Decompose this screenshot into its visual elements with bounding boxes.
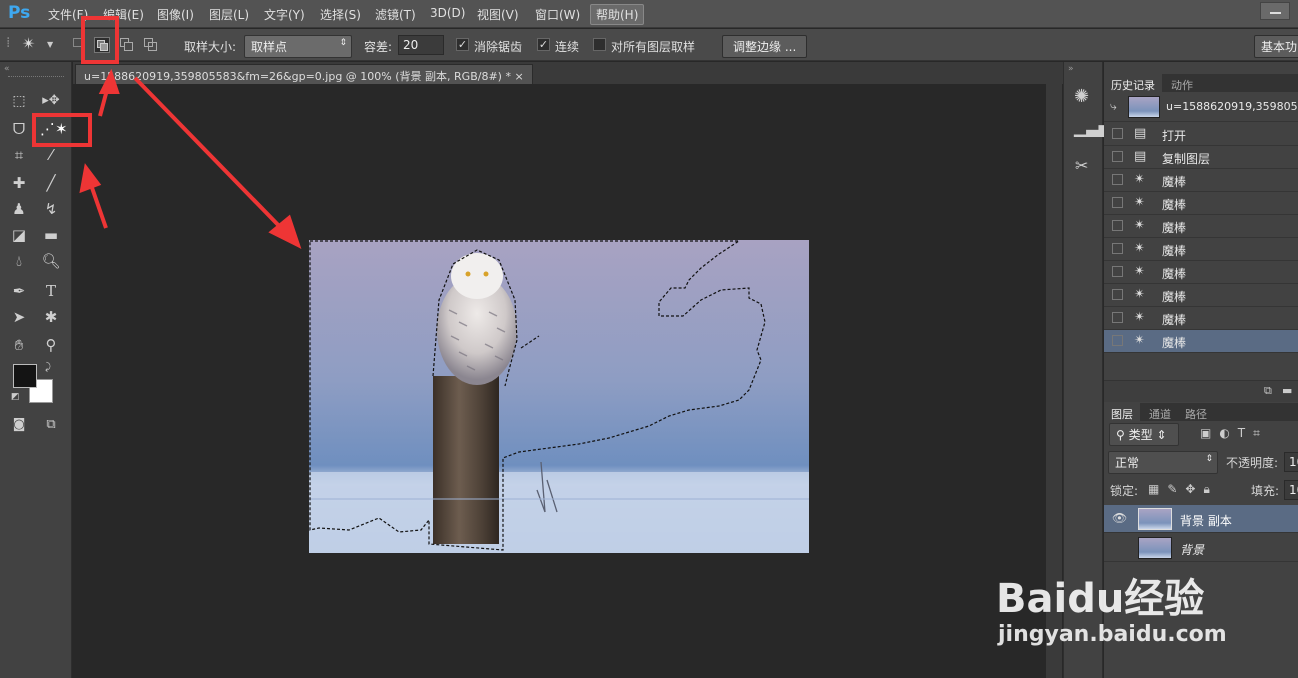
blend-mode-dropdown[interactable]: 正常 ⇕ xyxy=(1108,451,1218,474)
history-checkbox[interactable] xyxy=(1112,335,1123,346)
layer-row-background[interactable]: 背景 xyxy=(1104,534,1298,562)
history-item-label: 魔棒 xyxy=(1162,221,1187,235)
layer-name: 背景 xyxy=(1180,543,1205,557)
history-item[interactable]: ▤ 打开 xyxy=(1104,123,1298,146)
layer-thumbnail xyxy=(1138,537,1172,559)
magic-wand-icon: ✴ xyxy=(1134,287,1145,302)
lock-icons[interactable]: ▦✎✥🔒︎ xyxy=(1148,482,1218,497)
history-item[interactable]: ▤ 复制图层 xyxy=(1104,146,1298,169)
watermark-url: jingyan.baidu.com xyxy=(998,622,1227,647)
visibility-eye-icon[interactable]: 👁︎ xyxy=(1112,511,1127,525)
history-item[interactable]: ✴ 魔棒 xyxy=(1104,284,1298,307)
magic-wand-icon: ✴ xyxy=(1134,264,1145,279)
history-checkbox[interactable] xyxy=(1112,174,1123,185)
layer-name: 背景 副本 xyxy=(1180,514,1232,528)
lock-label: 锁定: xyxy=(1110,484,1139,498)
arrow-head-1 xyxy=(98,68,120,94)
history-item-label: 魔棒 xyxy=(1162,175,1187,189)
tools-icon[interactable]: ✂ xyxy=(1075,156,1088,175)
opacity-input[interactable]: 10 xyxy=(1284,452,1298,472)
filter-icons[interactable]: ▣◐T⌗ xyxy=(1200,426,1268,441)
history-item[interactable]: ✴ 魔棒 xyxy=(1104,192,1298,215)
history-checkbox[interactable] xyxy=(1112,312,1123,323)
snapshot-label: u=1588620919,3598055833 xyxy=(1166,100,1298,113)
snapshot-thumbnail xyxy=(1128,96,1160,118)
history-checkbox[interactable] xyxy=(1112,197,1123,208)
history-item-label: 魔棒 xyxy=(1162,198,1187,212)
history-item[interactable]: ✴ 魔棒 xyxy=(1104,261,1298,284)
document-icon: ▤ xyxy=(1134,149,1147,164)
history-checkbox[interactable] xyxy=(1112,289,1123,300)
new-snapshot-icon[interactable]: ⧉ xyxy=(1264,384,1272,398)
fill-label: 填充: xyxy=(1251,484,1280,498)
magic-wand-icon: ✴ xyxy=(1134,310,1145,325)
history-tab-bar: 历史记录 动作 xyxy=(1104,74,1298,96)
layer-thumbnail xyxy=(1138,508,1172,530)
history-item[interactable]: ✴ 魔棒 xyxy=(1104,169,1298,192)
history-item-label: 魔棒 xyxy=(1162,290,1187,304)
history-item-label: 魔棒 xyxy=(1162,244,1187,258)
layer-filter-dropdown[interactable]: ⚲ 类型 ⇕ xyxy=(1109,423,1179,446)
history-checkbox[interactable] xyxy=(1112,243,1123,254)
expand-panels-icon[interactable]: » xyxy=(1068,64,1074,74)
tab-paths[interactable]: 路径 xyxy=(1178,403,1214,425)
history-item[interactable]: ✴ 魔棒 xyxy=(1104,238,1298,261)
history-item[interactable]: ✴ 魔棒 xyxy=(1104,330,1298,353)
layers-tab-bar: 图层 通道 路径 xyxy=(1104,403,1298,425)
arrow-head-2 xyxy=(79,163,102,194)
magic-wand-icon: ✴ xyxy=(1134,333,1145,348)
blend-mode-value: 正常 xyxy=(1115,456,1140,470)
arrow-to-canvas xyxy=(133,76,287,234)
fill-input[interactable]: 10 xyxy=(1284,480,1298,500)
history-item-label: 打开 xyxy=(1162,129,1187,143)
opacity-label: 不透明度: xyxy=(1226,456,1279,470)
watermark: Baidu经验 jingyan.baidu.com xyxy=(996,560,1296,678)
magic-wand-icon: ✴ xyxy=(1134,218,1145,233)
history-checkbox[interactable] xyxy=(1112,266,1123,277)
history-checkbox[interactable] xyxy=(1112,151,1123,162)
delete-icon[interactable]: ▬ xyxy=(1282,384,1292,397)
watermark-brand: Baidu经验 xyxy=(996,576,1205,622)
layer-row-background-copy[interactable]: 👁︎ 背景 副本 xyxy=(1104,505,1298,533)
magic-wand-icon: ✴ xyxy=(1134,172,1145,187)
document-icon: ▤ xyxy=(1134,126,1147,141)
history-item-label: 魔棒 xyxy=(1162,313,1187,327)
history-footer: ⧉ ▬ xyxy=(1104,380,1298,402)
tab-channels[interactable]: 通道 xyxy=(1142,403,1178,425)
history-item[interactable]: ✴ 魔棒 xyxy=(1104,215,1298,238)
arrow-to-magic-wand xyxy=(88,181,108,229)
navigator-icon[interactable]: ✺ xyxy=(1074,86,1089,107)
history-item-label: 复制图层 xyxy=(1162,152,1211,166)
history-checkbox[interactable] xyxy=(1112,128,1123,139)
history-brush-source-icon[interactable]: ⤷ xyxy=(1110,99,1117,114)
tab-layers[interactable]: 图层 xyxy=(1104,403,1140,425)
magic-wand-icon: ✴ xyxy=(1134,195,1145,210)
history-snapshot[interactable]: ⤷ u=1588620919,3598055833 xyxy=(1104,93,1298,122)
magic-wand-icon: ✴ xyxy=(1134,241,1145,256)
history-item[interactable]: ✴ 魔棒 xyxy=(1104,307,1298,330)
history-item-label: 魔棒 xyxy=(1162,267,1187,281)
updown-icon: ⇕ xyxy=(1205,454,1213,464)
history-item-label: 魔棒 xyxy=(1162,336,1187,350)
layer-filter-value: 类型 xyxy=(1128,428,1153,442)
history-checkbox[interactable] xyxy=(1112,220,1123,231)
